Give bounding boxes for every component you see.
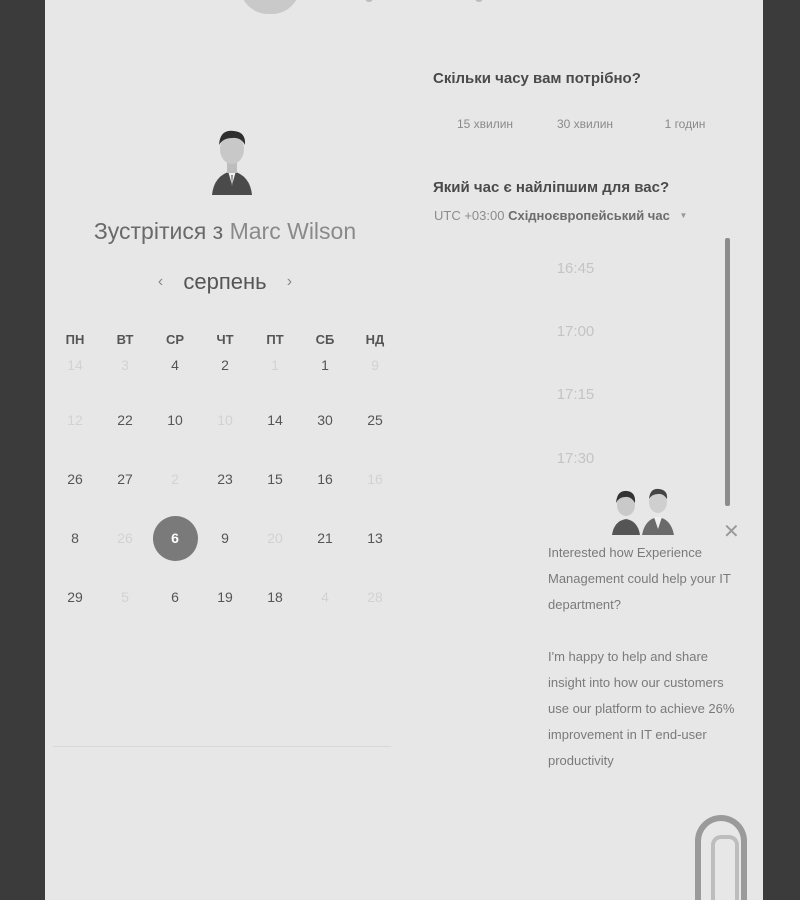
weekday-header: ПН ВТ СР ЧТ ПТ СБ НД — [50, 332, 400, 347]
calendar-day: 3 — [121, 357, 129, 373]
time-slot[interactable]: 17:30 — [538, 450, 613, 467]
calendar-day-selected[interactable]: 6 — [150, 516, 200, 589]
calendar-day: 9 — [371, 357, 379, 373]
timezone-select[interactable]: UTC +03:00 Східноєвропейський час ▼ — [434, 208, 687, 223]
chevron-right-icon[interactable]: › — [287, 273, 292, 290]
calendar-day: 14 — [67, 357, 83, 373]
duration-question: Скільки часу вам потрібно? — [433, 70, 641, 87]
weekday-label: ПН — [65, 332, 85, 347]
calendar-day[interactable]: 16 — [300, 471, 350, 530]
host-avatar — [212, 130, 252, 195]
calendar-day: 1 — [271, 357, 279, 373]
duration-option-15[interactable]: 15 хвилин — [435, 117, 535, 131]
chat-launcher-inner — [711, 835, 739, 900]
duration-option-30[interactable]: 30 хвилин — [535, 117, 635, 131]
calendar-week-row: 12 22 10 10 14 30 25 — [50, 412, 400, 471]
timezone-name: Східноєвропейський час — [508, 208, 670, 223]
calendar-day[interactable]: 21 — [300, 530, 350, 589]
weekday-label: ВТ — [116, 332, 134, 347]
timezone-offset: UTC +03:00 — [434, 208, 505, 223]
calendar-day[interactable]: 13 — [350, 530, 400, 589]
calendar-day[interactable]: 6 — [150, 589, 200, 648]
logo-dot — [475, 0, 483, 2]
calendar-day[interactable]: 30 — [300, 412, 350, 471]
month-navigation: ‹ серпень › — [45, 269, 405, 295]
duration-option-60[interactable]: 1 годин — [635, 117, 735, 131]
divider — [53, 746, 391, 747]
calendar-day: 12 — [67, 412, 83, 428]
chat-message-2: I'm happy to help and share insight into… — [548, 649, 735, 768]
weekday-label: СБ — [315, 332, 335, 347]
weekday-label: НД — [365, 332, 385, 347]
time-slot[interactable]: 17:00 — [538, 323, 613, 340]
calendar-day[interactable]: 1 — [300, 353, 350, 412]
month-label: серпень — [183, 269, 267, 294]
calendar-day: 10 — [217, 412, 233, 428]
calendar-week-row: 8 26 6 9 20 21 13 — [50, 516, 400, 589]
chevron-left-icon[interactable]: ‹ — [158, 273, 163, 290]
calendar-day[interactable]: 9 — [200, 530, 250, 589]
weekday-label: ПТ — [266, 332, 284, 347]
calendar-grid: ПН ВТ СР ЧТ ПТ СБ НД 14 3 4 2 1 1 9 12 22 10 10 14 30 25 26 2… — [50, 332, 400, 648]
calendar-day[interactable]: 25 — [350, 412, 400, 471]
chat-launcher-icon[interactable] — [695, 815, 747, 900]
calendar-day[interactable]: 22 — [100, 412, 150, 471]
calendar-day-number: 6 — [171, 530, 179, 546]
chat-agents-avatars — [612, 488, 674, 535]
weekday-label: ЧТ — [216, 332, 234, 347]
calendar-day[interactable]: 29 — [50, 589, 100, 648]
time-slot[interactable]: 17:15 — [538, 386, 613, 403]
calendar-day[interactable]: 23 — [200, 471, 250, 530]
calendar-day[interactable]: 18 — [250, 589, 300, 648]
caret-down-icon: ▼ — [679, 211, 688, 220]
calendar-week-row: 26 27 2 23 15 16 16 — [50, 471, 400, 530]
calendar-day[interactable]: 15 — [250, 471, 300, 530]
meeting-title: Зустрітися з Marc Wilson — [45, 218, 405, 245]
calendar-day: 26 — [117, 530, 133, 546]
time-slot[interactable]: 16:45 — [538, 260, 613, 277]
calendar-day[interactable]: 10 — [150, 412, 200, 471]
calendar-week-row: 14 3 4 2 1 1 9 — [50, 353, 400, 412]
time-slot-scrollbar[interactable] — [725, 238, 730, 506]
calendar-day: 20 — [267, 530, 283, 546]
logo-fragment — [240, 0, 300, 14]
calendar-day[interactable]: 19 — [200, 589, 250, 648]
scheduler-panel: Зустрітися з Marc Wilson ‹ серпень › ПН В… — [45, 0, 763, 900]
calendar-day[interactable]: 8 — [50, 530, 100, 589]
calendar-day: 28 — [367, 589, 383, 605]
calendar-day[interactable]: 2 — [200, 353, 250, 412]
calendar-day: 5 — [121, 589, 129, 605]
calendar-day[interactable]: 27 — [100, 471, 150, 530]
calendar-day[interactable]: 4 — [150, 353, 200, 412]
calendar-day: 4 — [321, 589, 329, 605]
duration-options: 15 хвилин 30 хвилин 1 годин — [435, 117, 735, 131]
meeting-title-prefix: Зустрітися з — [93, 218, 224, 244]
chat-message: Interested how Experience Management cou… — [548, 540, 743, 800]
calendar-body: 14 3 4 2 1 1 9 12 22 10 10 14 30 25 26 27 2 23 15 16 16 8 26 6 9… — [50, 353, 400, 648]
calendar-day[interactable]: 26 — [50, 471, 100, 530]
calendar-week-row: 29 5 6 19 18 4 28 — [50, 589, 400, 648]
calendar-day[interactable]: 14 — [250, 412, 300, 471]
chat-message-1: Interested how Experience Management cou… — [548, 545, 731, 612]
time-question: Який час є найліпшим для вас? — [433, 179, 670, 196]
calendar-day: 16 — [367, 471, 383, 487]
host-name: Marc Wilson — [229, 218, 357, 244]
weekday-label: СР — [165, 332, 185, 347]
logo-dot — [365, 0, 373, 2]
